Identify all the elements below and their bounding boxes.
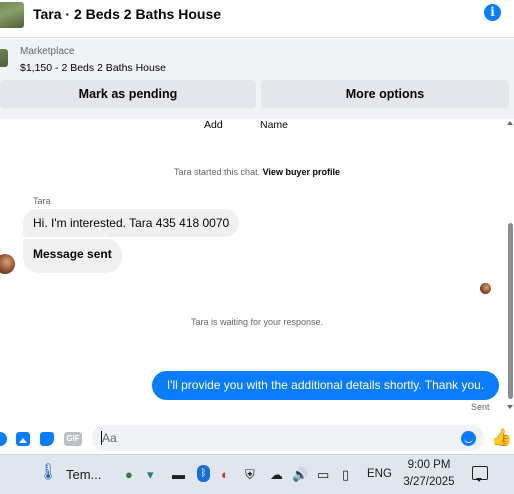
marketplace-panel: Marketplace $1,150 - 2 Beds 2 Baths Hous… — [0, 39, 514, 119]
waiting-notice: Tara is waiting for your response. — [190, 317, 324, 327]
shield-icon[interactable]: ⛨ — [245, 467, 255, 483]
globe-icon[interactable]: ● — [125, 467, 133, 483]
display-icon[interactable]: ▭ — [317, 467, 329, 483]
incoming-message[interactable]: Hi. I'm interested. Tara 435 418 0070 — [23, 209, 240, 237]
message-composer: GIF 👍 — [0, 424, 514, 454]
wifi-icon[interactable]: ▾ — [147, 467, 154, 483]
message-thread: Add Name Tara started this chat. View bu… — [0, 119, 514, 424]
ccleaner-icon[interactable]: ◐ — [221, 467, 229, 483]
outgoing-message[interactable]: I'll provide you with the additional det… — [152, 371, 499, 400]
battery-icon[interactable]: ▬ — [172, 467, 185, 483]
listing-thumbnail[interactable] — [0, 2, 24, 28]
add-label: Add — [204, 119, 223, 131]
bluetooth-icon[interactable]: ᛒ — [197, 465, 210, 482]
gif-icon[interactable]: GIF — [64, 432, 82, 446]
seen-indicator-avatar — [480, 283, 491, 294]
chat-started-notice: Tara started this chat. View buyer profi… — [0, 167, 514, 177]
message-input[interactable] — [92, 425, 484, 451]
more-options-button[interactable]: More options — [261, 80, 509, 108]
plus-icon[interactable] — [0, 432, 7, 446]
listing-thumbnail-small[interactable] — [0, 49, 8, 67]
incoming-message[interactable]: Message sent — [23, 239, 122, 273]
text-caret — [101, 431, 102, 445]
scrollbar-thumb[interactable] — [508, 223, 513, 399]
notification-icon[interactable] — [472, 466, 488, 482]
sticker-icon[interactable] — [40, 432, 54, 446]
chat-started-text: Tara started this chat. — [174, 167, 261, 177]
volume-icon[interactable]: 🔊 — [292, 467, 308, 483]
chat-title[interactable]: Tara · 2 Beds 2 Baths House — [33, 6, 221, 22]
cloud-icon[interactable]: ☁ — [270, 467, 283, 483]
emoji-icon[interactable] — [461, 431, 476, 446]
clock-time[interactable]: 9:00 PM — [396, 459, 462, 471]
phone-icon[interactable]: ▯ — [342, 467, 349, 483]
scroll-up-arrow-icon[interactable] — [507, 121, 513, 125]
marketplace-label: Marketplace — [20, 46, 75, 57]
clock-date[interactable]: 3/27/2025 — [396, 476, 462, 488]
sender-name: Tara — [33, 196, 51, 206]
mark-as-pending-button[interactable]: Mark as pending — [0, 80, 256, 108]
language-indicator[interactable]: ENG — [367, 468, 392, 480]
weather-widget[interactable]: Tem... — [66, 467, 101, 482]
taskbar: 🌡 Tem... ● ▾ ▬ ᛒ ◐ ⛨ ☁ 🔊 ▭ ▯ ENG 9:00 PM… — [0, 454, 514, 494]
scrollbar[interactable] — [507, 119, 514, 424]
view-buyer-profile-link[interactable]: View buyer profile — [263, 167, 340, 177]
thermometer-icon[interactable]: 🌡 — [38, 465, 58, 481]
photo-icon[interactable] — [16, 432, 30, 446]
sender-avatar[interactable] — [0, 254, 15, 274]
info-icon[interactable]: i — [484, 4, 501, 21]
like-icon[interactable]: 👍 — [491, 429, 512, 447]
chat-header: Tara · 2 Beds 2 Baths House i — [0, 0, 514, 38]
name-label: Name — [260, 119, 289, 131]
listing-item-title[interactable]: $1,150 - 2 Beds 2 Baths House — [20, 62, 166, 74]
scroll-down-arrow-icon[interactable] — [507, 405, 513, 409]
sent-status: Sent — [471, 402, 490, 412]
